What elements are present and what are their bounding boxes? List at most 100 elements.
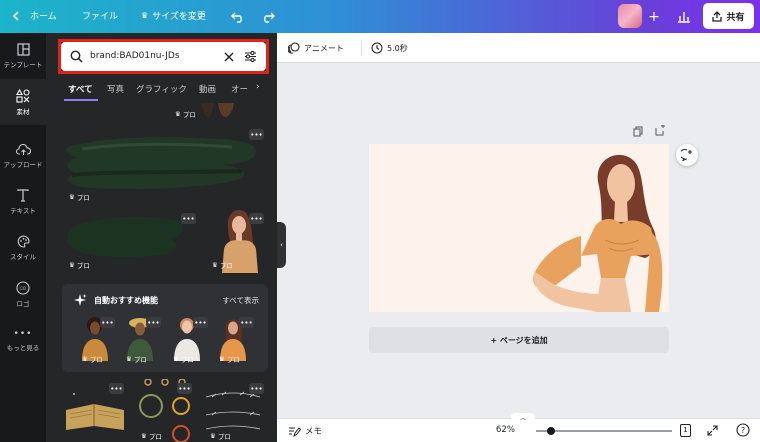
plus-icon: + <box>648 9 660 25</box>
clear-search-icon[interactable] <box>224 52 234 62</box>
pro-badge: ♛ プロ <box>126 355 147 364</box>
add-comment-button[interactable] <box>676 144 698 166</box>
tab-graphics[interactable]: グラフィック <box>136 83 187 95</box>
more-options-button[interactable]: ••• <box>193 317 208 328</box>
zoom-slider-handle[interactable] <box>547 427 555 435</box>
home-label: ホーム <box>30 12 57 22</box>
share-button[interactable]: 共有 <box>703 3 754 29</box>
top-bar: ホーム ファイル ♛ サイズを変更 + 共有 <box>0 0 760 33</box>
crown-icon: ♛ <box>212 261 218 269</box>
chevron-left-icon <box>12 10 19 21</box>
add-collaborator-button[interactable]: + <box>643 6 665 28</box>
upload-icon <box>15 143 31 155</box>
more-options-button[interactable]: ••• <box>249 129 264 140</box>
more-options-button[interactable]: ••• <box>177 383 192 394</box>
chevron-left-icon: ‹ <box>280 241 283 249</box>
text-icon <box>17 189 29 202</box>
tab-all[interactable]: すべて <box>68 83 93 95</box>
crown-icon: ♛ <box>69 261 75 269</box>
rail-item-text[interactable]: テキスト <box>0 179 46 225</box>
crown-icon: ♛ <box>126 355 132 363</box>
add-page-label: + ページを追加 <box>490 335 548 345</box>
more-options-button[interactable]: ••• <box>109 383 124 394</box>
tab-photos[interactable]: 写真 <box>107 83 124 95</box>
rail-item-styles[interactable]: スタイル <box>0 225 46 271</box>
logo-icon: CO <box>16 280 30 295</box>
notes-button[interactable]: メモ <box>288 425 322 437</box>
animate-button[interactable]: アニメート <box>288 42 344 54</box>
rail-label: アップロード <box>3 160 43 169</box>
file-menu-button[interactable]: ファイル <box>82 9 118 22</box>
more-icon: ••• <box>13 328 33 339</box>
element-thumbnail[interactable] <box>64 388 126 433</box>
clock-icon <box>371 42 383 54</box>
home-button[interactable]: ホーム <box>12 9 57 22</box>
search-box[interactable]: brand:BAD01nu-JDs <box>61 42 266 71</box>
zoom-level[interactable]: 62% <box>496 425 515 435</box>
element-thumbnail[interactable] <box>62 125 260 197</box>
search-input[interactable]: brand:BAD01nu-JDs <box>90 51 180 61</box>
tab-audio[interactable]: オー <box>231 83 248 95</box>
rail-item-templates[interactable]: テンプレート <box>0 33 46 79</box>
pro-badge: ♛ プロ <box>69 261 90 270</box>
share-icon <box>712 10 723 22</box>
crown-icon: ♛ <box>175 110 181 118</box>
fullscreen-icon <box>707 425 718 436</box>
pro-badge: ♛ プロ <box>82 355 103 364</box>
chevron-right-icon[interactable]: › <box>256 82 260 92</box>
tab-videos[interactable]: 動画 <box>199 83 216 95</box>
more-options-button[interactable]: ••• <box>249 383 264 394</box>
rail-item-logos[interactable]: CO ロゴ <box>0 271 46 317</box>
zoom-slider-track[interactable] <box>536 430 672 432</box>
element-thumbnail[interactable] <box>196 103 241 119</box>
duplicate-page-icon[interactable] <box>633 126 643 137</box>
add-page-icon[interactable] <box>655 125 666 136</box>
collapse-panel-button[interactable]: ‹ <box>277 222 286 268</box>
insights-button[interactable] <box>673 6 695 28</box>
more-options-button[interactable]: ••• <box>249 213 264 224</box>
rail-item-elements[interactable]: 素材 <box>0 79 46 125</box>
rail-label: テンプレート <box>3 61 43 69</box>
duration-label: 5.0秒 <box>387 43 408 53</box>
resize-button[interactable]: ♛ サイズを変更 <box>141 9 206 22</box>
more-options-button[interactable]: ••• <box>181 213 196 224</box>
pro-badge: ♛ プロ <box>210 432 231 441</box>
redo-button[interactable] <box>257 6 279 28</box>
rail-item-more[interactable]: ••• もっと見る <box>0 317 46 363</box>
auto-recommend-section: 自動おすすめ機能 すべて表示 ••• ••• ••• ••• ♛ プロ ♛ プロ ♛… <box>62 284 268 372</box>
search-icon <box>70 50 83 63</box>
toolbar-divider <box>361 40 362 56</box>
undo-button[interactable] <box>227 6 249 28</box>
more-options-button[interactable]: ••• <box>146 317 161 328</box>
undo-icon <box>231 12 242 23</box>
category-tabs: すべて 写真 グラフィック 動画 オー › <box>46 80 277 102</box>
animate-icon <box>288 42 300 54</box>
chevron-up-icon: ︿ <box>519 415 526 422</box>
rail-item-uploads[interactable]: アップロード <box>0 133 46 179</box>
page-count: 1 <box>680 424 691 437</box>
design-page[interactable] <box>369 144 669 312</box>
rail-label: もっと見る <box>6 343 40 352</box>
rail-label: スタイル <box>10 253 36 261</box>
filter-icon[interactable] <box>244 50 257 63</box>
pro-badge: ♛ プロ <box>173 355 194 364</box>
pro-badge: ♛ プロ <box>175 110 196 119</box>
recommend-title: 自動おすすめ機能 <box>94 296 158 305</box>
crown-icon: ♛ <box>210 432 216 440</box>
bar-chart-icon <box>678 12 690 23</box>
editor-toolbar: アニメート 5.0秒 <box>277 33 760 63</box>
fullscreen-button[interactable] <box>707 425 718 436</box>
show-all-link[interactable]: すべて表示 <box>222 295 259 306</box>
more-options-button[interactable]: ••• <box>239 317 254 328</box>
duration-button[interactable]: 5.0秒 <box>371 42 408 54</box>
add-page-button[interactable]: + ページを追加 <box>369 327 669 353</box>
avatar[interactable] <box>618 4 642 28</box>
woman-illustration[interactable] <box>369 144 669 312</box>
svg-text:?: ? <box>741 426 745 435</box>
help-button[interactable]: ? <box>736 423 750 437</box>
more-options-button[interactable]: ••• <box>100 317 115 328</box>
page-count-button[interactable]: 1 <box>680 424 691 437</box>
show-pages-button[interactable]: ︿ <box>511 413 535 422</box>
element-thumbnail[interactable] <box>66 209 186 261</box>
pro-badge: ♛ プロ <box>212 261 233 270</box>
